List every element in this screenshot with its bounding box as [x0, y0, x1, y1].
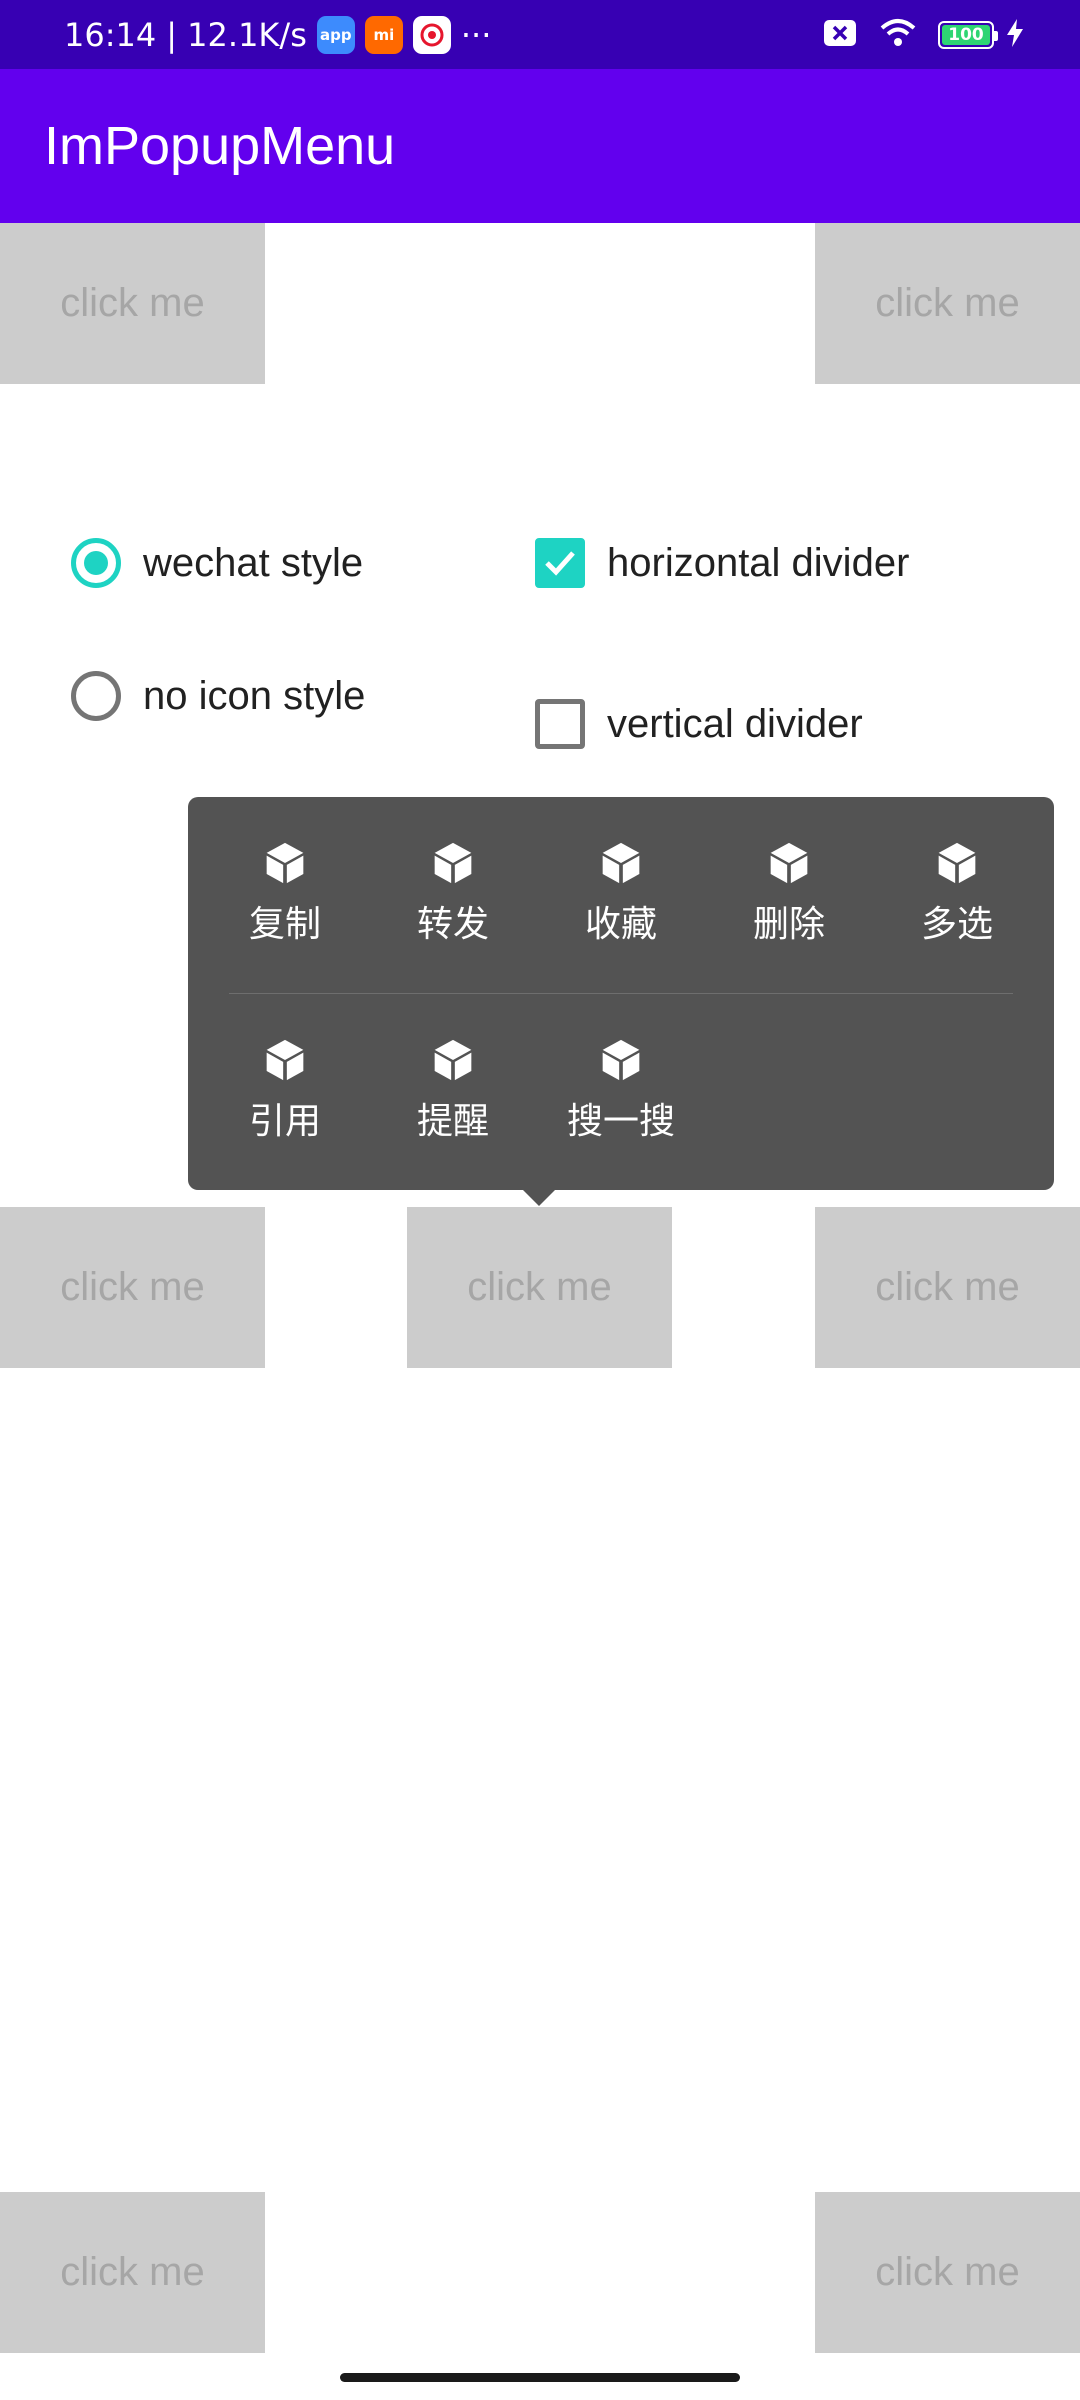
menu-item-label: 转发	[416, 904, 489, 945]
cube-icon	[434, 842, 472, 884]
status-bar: 16:14 | 12.1K/s app mi ··· 100	[0, 0, 1080, 69]
popup-arrow	[523, 1190, 555, 1206]
menu-item-multi-select[interactable]: 多选	[873, 797, 1041, 947]
cube-icon	[434, 1039, 472, 1081]
menu-item-label: 删除	[752, 904, 825, 945]
menu-item-forward[interactable]: 转发	[369, 797, 537, 947]
app-store-icon: app	[316, 15, 355, 54]
weibo-icon	[412, 15, 451, 54]
menu-item-label: 引用	[248, 1101, 321, 1142]
menu-item-label: 多选	[920, 904, 993, 945]
click-me-button-middle-right[interactable]: click me	[815, 1207, 1080, 1368]
popup-menu: 复制 转发 收藏 删除 多选 引用 提醒 搜一搜	[188, 797, 1054, 1190]
more-notifications-icon: ···	[460, 15, 492, 54]
check-icon	[545, 551, 575, 576]
network-speed: | 12.1K/s	[166, 15, 307, 54]
home-indicator[interactable]	[340, 2373, 740, 2382]
charging-icon	[1006, 18, 1024, 52]
radio-button-unchecked[interactable]	[71, 671, 121, 721]
menu-item-search[interactable]: 搜一搜	[537, 994, 705, 1144]
radio-no-icon-style[interactable]: no icon style	[71, 671, 365, 721]
checkbox-label-horizontal-divider: horizontal divider	[607, 540, 910, 585]
menu-item-quote[interactable]: 引用	[201, 994, 369, 1144]
cube-icon	[266, 842, 304, 884]
menu-item-label: 复制	[248, 904, 321, 945]
menu-item-remind[interactable]: 提醒	[369, 994, 537, 1144]
menu-item-copy[interactable]: 复制	[201, 797, 369, 947]
checkbox-checked[interactable]	[535, 538, 585, 588]
click-me-button-middle-left[interactable]: click me	[0, 1207, 265, 1368]
radio-button-checked[interactable]	[71, 538, 121, 588]
radio-label-wechat-style: wechat style	[143, 540, 364, 585]
radio-label-no-icon-style: no icon style	[143, 673, 366, 718]
cube-icon	[602, 842, 640, 884]
checkbox-unchecked[interactable]	[535, 699, 585, 749]
click-me-button-top-right[interactable]: click me	[815, 223, 1080, 384]
menu-item-label: 搜一搜	[566, 1101, 675, 1142]
checkbox-label-vertical-divider: vertical divider	[607, 701, 863, 746]
checkbox-vertical-divider[interactable]: vertical divider	[535, 699, 863, 749]
cube-icon	[938, 842, 976, 884]
menu-item-favorite[interactable]: 收藏	[537, 797, 705, 947]
click-me-button-middle-center[interactable]: click me	[407, 1207, 672, 1368]
sim-disabled-icon	[822, 18, 858, 52]
status-time: 16:14	[64, 15, 157, 54]
mi-icon: mi	[364, 15, 403, 54]
app-bar: ImPopupMenu	[0, 69, 1080, 223]
battery-level: 100	[948, 24, 984, 45]
menu-item-label: 提醒	[416, 1101, 489, 1142]
menu-item-label: 收藏	[584, 904, 657, 945]
checkbox-horizontal-divider[interactable]: horizontal divider	[535, 538, 909, 588]
radio-wechat-style[interactable]: wechat style	[71, 538, 363, 588]
cube-icon	[602, 1039, 640, 1081]
click-me-button-bottom-right[interactable]: click me	[815, 2192, 1080, 2353]
menu-item-delete[interactable]: 删除	[705, 797, 873, 947]
wifi-icon	[880, 18, 916, 52]
battery-icon: 100	[938, 20, 998, 49]
click-me-button-top-left[interactable]: click me	[0, 223, 265, 384]
click-me-button-bottom-left[interactable]: click me	[0, 2192, 265, 2353]
cube-icon	[770, 842, 808, 884]
app-title: ImPopupMenu	[44, 116, 396, 176]
cube-icon	[266, 1039, 304, 1081]
